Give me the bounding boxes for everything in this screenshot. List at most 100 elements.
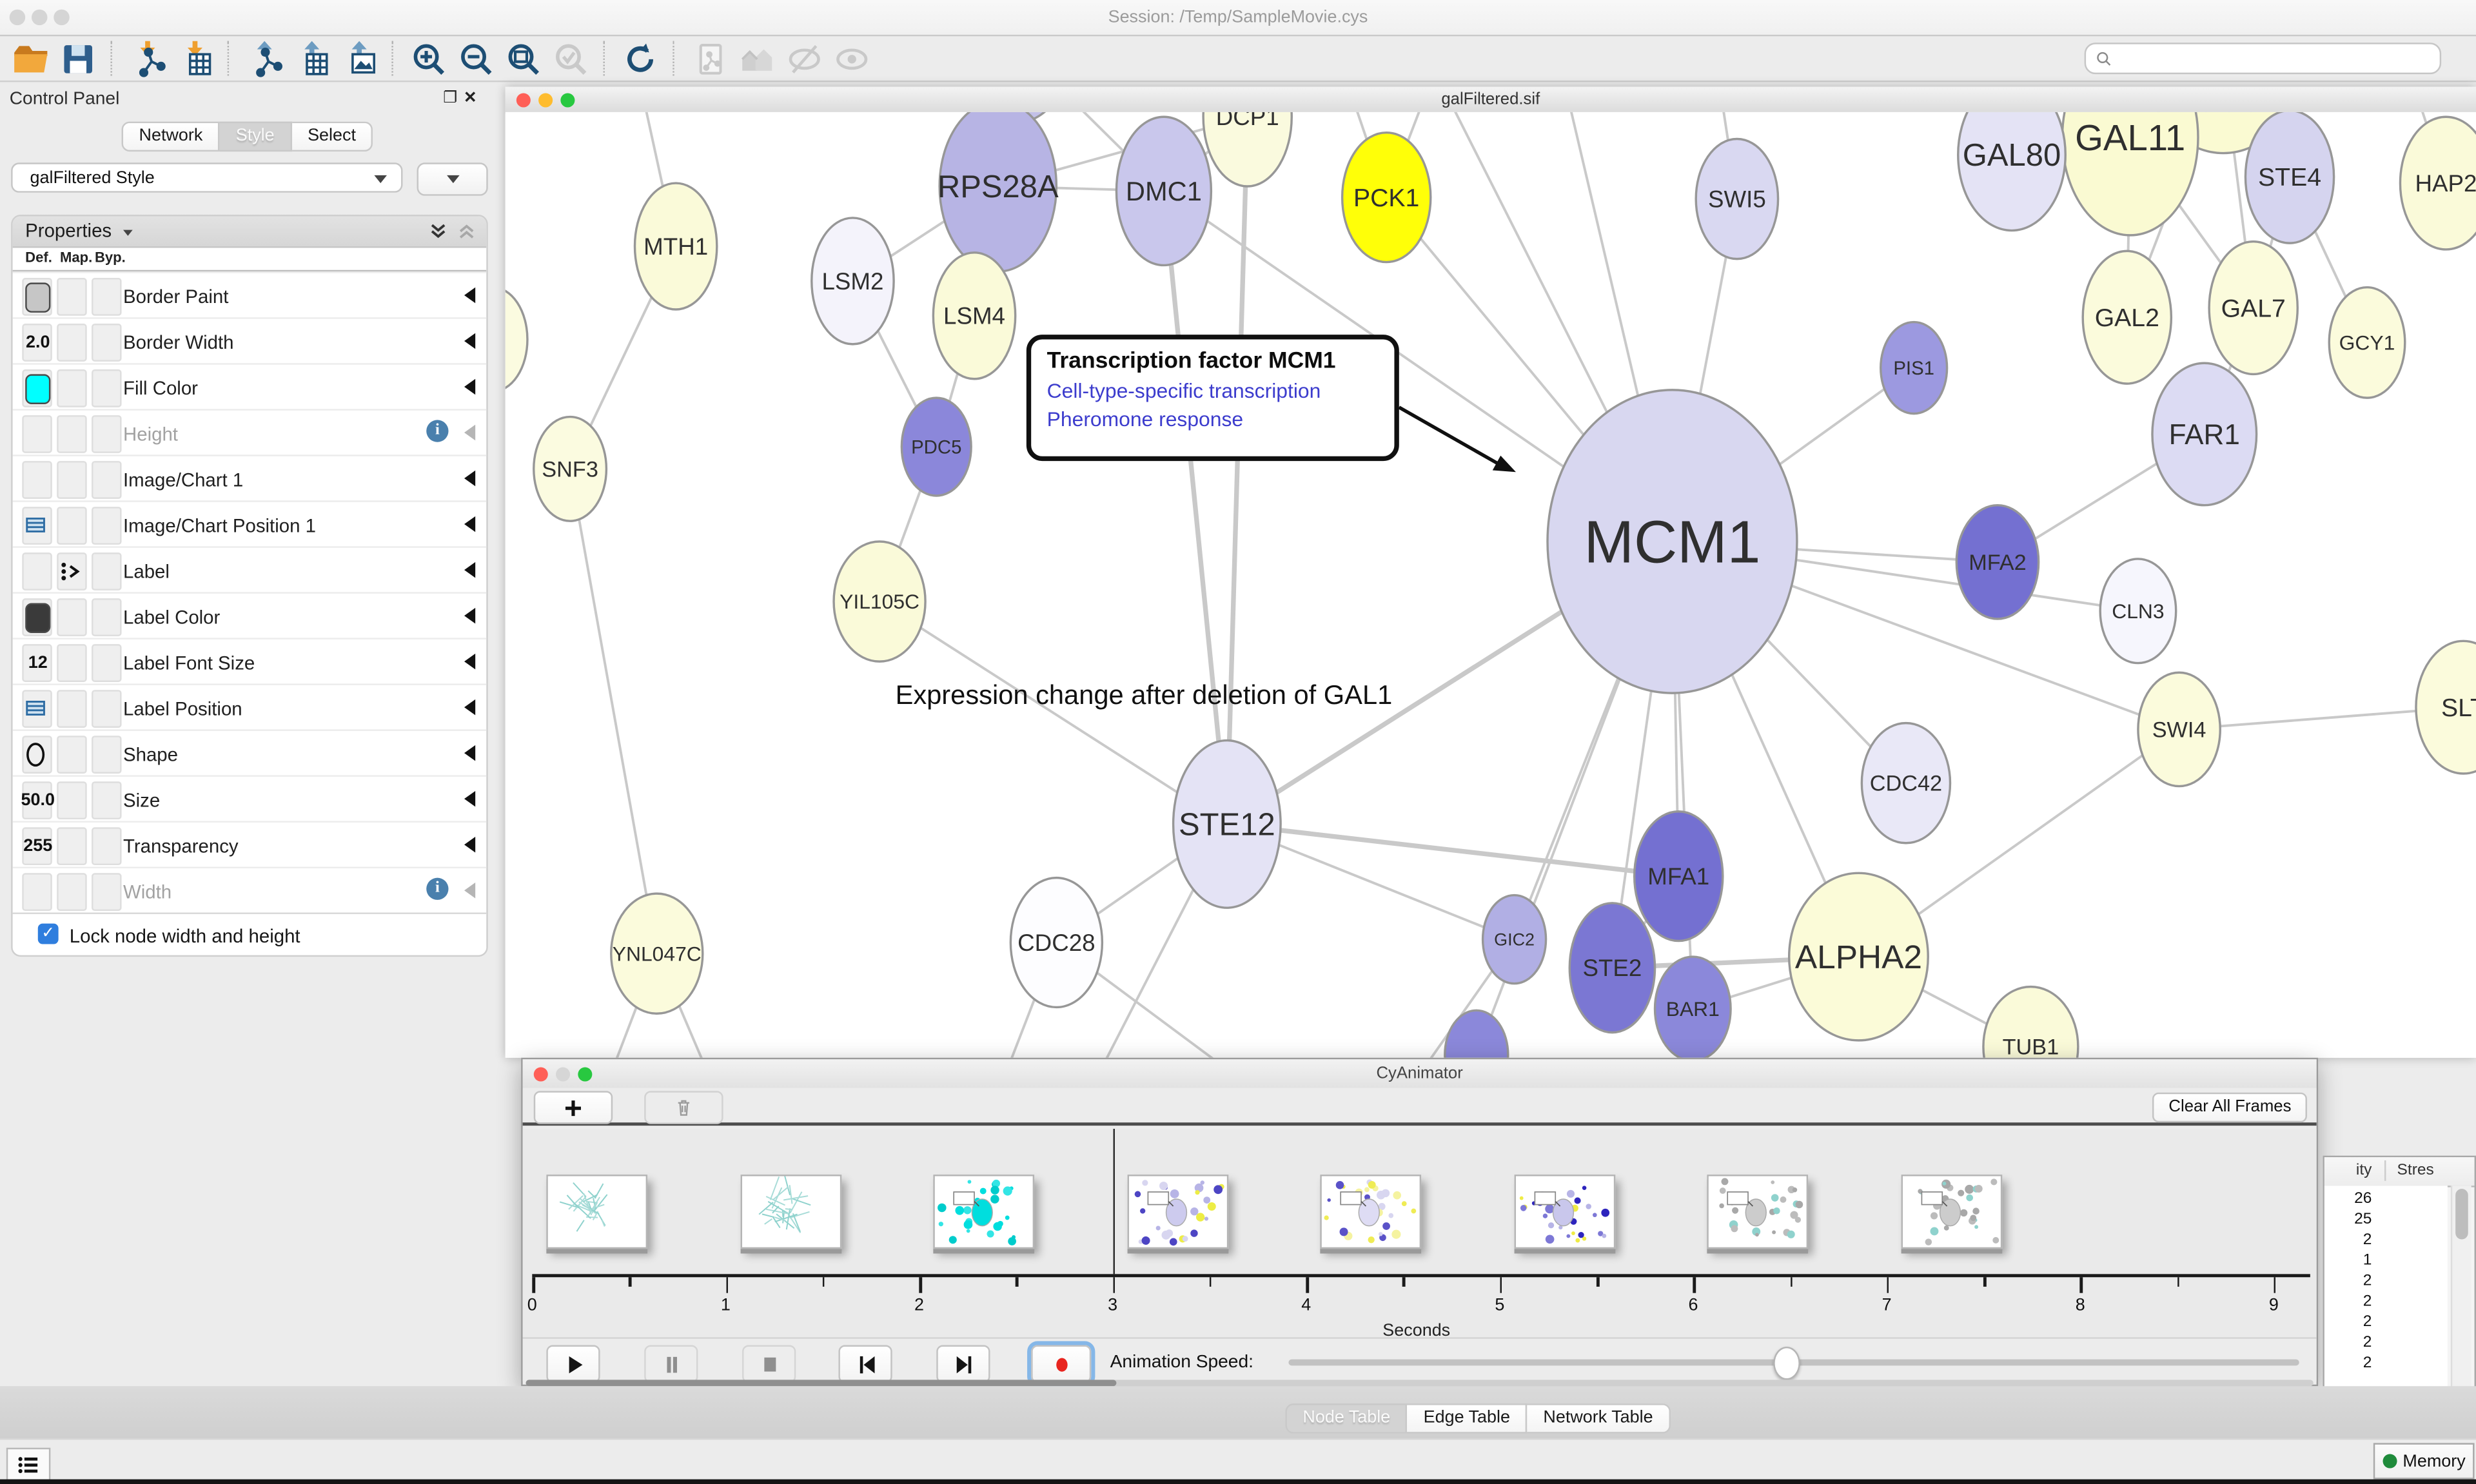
zoom-icon[interactable] <box>560 93 575 107</box>
network-node-FAR1[interactable]: FAR1 <box>2152 363 2257 505</box>
network-node-CDC42[interactable]: CDC42 <box>1862 723 1950 843</box>
bypass-cell[interactable] <box>92 736 122 774</box>
tab-edge-table[interactable]: Edge Table <box>1408 1403 1528 1434</box>
network-node-STE2[interactable]: STE2 <box>1569 903 1655 1033</box>
network-node-DMC1[interactable]: DMC1 <box>1116 117 1211 265</box>
default-cell[interactable]: 2.0 <box>22 324 52 362</box>
expand-property-icon[interactable] <box>464 379 475 395</box>
network-node-DCP1[interactable]: DCP1 <box>1203 112 1292 186</box>
default-cell[interactable] <box>22 461 52 499</box>
style-options-button[interactable] <box>417 162 488 195</box>
mapping-cell[interactable] <box>57 552 87 591</box>
network-node-PCK1[interactable]: PCK1 <box>1342 133 1431 262</box>
network-node-SWI5[interactable]: SWI5 <box>1696 139 1778 259</box>
open-session-icon[interactable] <box>11 39 49 77</box>
property-row-size[interactable]: 50.0Size <box>13 775 487 821</box>
default-cell[interactable] <box>22 507 52 545</box>
bypass-cell[interactable] <box>92 461 122 499</box>
network-node-PIS1[interactable]: PIS1 <box>1881 322 1947 414</box>
property-row-image-chart-position-1[interactable]: Image/Chart Position 1 <box>13 500 487 546</box>
mapping-cell[interactable] <box>57 644 87 682</box>
timeline-scrollbar-thumb[interactable] <box>526 1380 1117 1386</box>
lock-node-size-row[interactable]: ✓ Lock node width and height <box>13 913 487 955</box>
mapping-cell[interactable] <box>57 827 87 865</box>
cyanimator-timeline[interactable]: Seconds 0123456789 <box>523 1129 2317 1337</box>
timeline-scrollbar[interactable] <box>526 1380 2314 1386</box>
bypass-cell[interactable] <box>92 781 122 819</box>
clear-all-frames-button[interactable]: Clear All Frames <box>2153 1093 2307 1123</box>
property-row-border-width[interactable]: 2.0Border Width <box>13 317 487 363</box>
frame-thumbnail-7[interactable] <box>1707 1175 1809 1249</box>
network-node-FUS1p[interactable] <box>1445 1010 1508 1057</box>
import-table-icon[interactable] <box>175 39 213 77</box>
play-button[interactable] <box>546 1345 600 1383</box>
network-node-GAL7[interactable]: GAL7 <box>2209 242 2297 375</box>
property-row-label-color[interactable]: Label Color <box>13 592 487 638</box>
network-node-leftYellow[interactable] <box>506 288 527 392</box>
property-row-transparency[interactable]: 255Transparency <box>13 821 487 866</box>
close-panel-icon[interactable]: ✕ <box>464 90 483 108</box>
float-panel-icon[interactable]: ❐ <box>443 90 464 108</box>
network-node-SNF3[interactable]: SNF3 <box>534 417 607 522</box>
expand-property-icon[interactable] <box>464 837 475 852</box>
memory-button[interactable]: Memory <box>2373 1443 2475 1479</box>
collapse-all-icon[interactable] <box>457 221 477 242</box>
network-node-TUB1[interactable]: TUB1 <box>1983 987 2078 1058</box>
zoom-out-icon[interactable] <box>457 39 495 77</box>
mapping-cell[interactable] <box>57 369 87 407</box>
network-node-YNL047C[interactable]: YNL047C <box>611 893 703 1013</box>
mapping-cell[interactable] <box>57 690 87 728</box>
expand-property-icon[interactable] <box>464 333 475 349</box>
properties-header[interactable]: Properties <box>13 217 487 248</box>
bypass-cell[interactable] <box>92 598 122 636</box>
close-icon[interactable] <box>516 93 531 107</box>
expand-property-icon[interactable] <box>464 516 475 532</box>
refresh-icon[interactable] <box>620 39 658 77</box>
mapping-cell[interactable] <box>57 324 87 362</box>
style-selector[interactable]: galFiltered Style <box>11 162 402 193</box>
network-node-BAR1[interactable]: BAR1 <box>1655 957 1731 1058</box>
bypass-cell[interactable] <box>92 369 122 407</box>
frame-thumbnail-6[interactable] <box>1514 1175 1615 1249</box>
column-header-stress[interactable]: Stres <box>2397 1162 2434 1179</box>
checkbox-checked-icon[interactable]: ✓ <box>38 924 59 944</box>
skip-start-button[interactable] <box>838 1345 892 1383</box>
tab-select[interactable]: Select <box>292 122 373 152</box>
expand-property-icon[interactable] <box>464 471 475 486</box>
search-box[interactable] <box>2085 43 2441 74</box>
network-node-GAL11[interactable]: GAL11 <box>2062 112 2198 235</box>
search-input[interactable] <box>2113 48 2419 69</box>
default-cell[interactable] <box>22 369 52 407</box>
network-node-SLT2[interactable]: SLT <box>2416 641 2476 774</box>
expand-property-icon[interactable] <box>464 883 475 898</box>
mapping-cell[interactable] <box>57 781 87 819</box>
mapping-cell[interactable] <box>57 873 87 911</box>
mapping-cell[interactable] <box>57 278 87 316</box>
default-cell[interactable] <box>22 278 52 316</box>
bypass-cell[interactable] <box>92 324 122 362</box>
bypass-cell[interactable] <box>92 644 122 682</box>
bypass-cell[interactable] <box>92 690 122 728</box>
info-icon[interactable]: i <box>426 420 448 442</box>
side-table-scrollbar[interactable] <box>2451 1186 2471 1394</box>
tab-network[interactable]: Network <box>122 122 221 152</box>
network-node-LSM4[interactable]: LSM4 <box>933 253 1015 379</box>
window-zoom-icon[interactable] <box>54 10 69 25</box>
delete-frame-button[interactable] <box>644 1091 723 1124</box>
property-row-shape[interactable]: Shape <box>13 729 487 775</box>
network-node-RPS28A[interactable]: RPS28A <box>938 112 1059 271</box>
expand-property-icon[interactable] <box>464 288 475 303</box>
bypass-cell[interactable] <box>92 507 122 545</box>
zoom-fit-icon[interactable] <box>504 39 542 77</box>
network-node-MFA2[interactable]: MFA2 <box>1956 505 2038 619</box>
tab-style[interactable]: Style <box>220 122 291 152</box>
column-header-ity[interactable]: ity <box>2324 1162 2372 1179</box>
info-icon[interactable]: i <box>426 878 448 900</box>
expand-all-icon[interactable] <box>428 221 449 242</box>
network-node-PDC5[interactable]: PDC5 <box>901 398 971 496</box>
annotation-box[interactable]: Transcription factor MCM1 Cell-type-spec… <box>1027 335 1399 461</box>
tab-node-table[interactable]: Node Table <box>1285 1403 1408 1434</box>
frame-thumbnail-1[interactable] <box>546 1175 647 1249</box>
property-row-border-paint[interactable]: Border Paint <box>13 271 487 317</box>
import-network-icon[interactable] <box>128 39 166 77</box>
